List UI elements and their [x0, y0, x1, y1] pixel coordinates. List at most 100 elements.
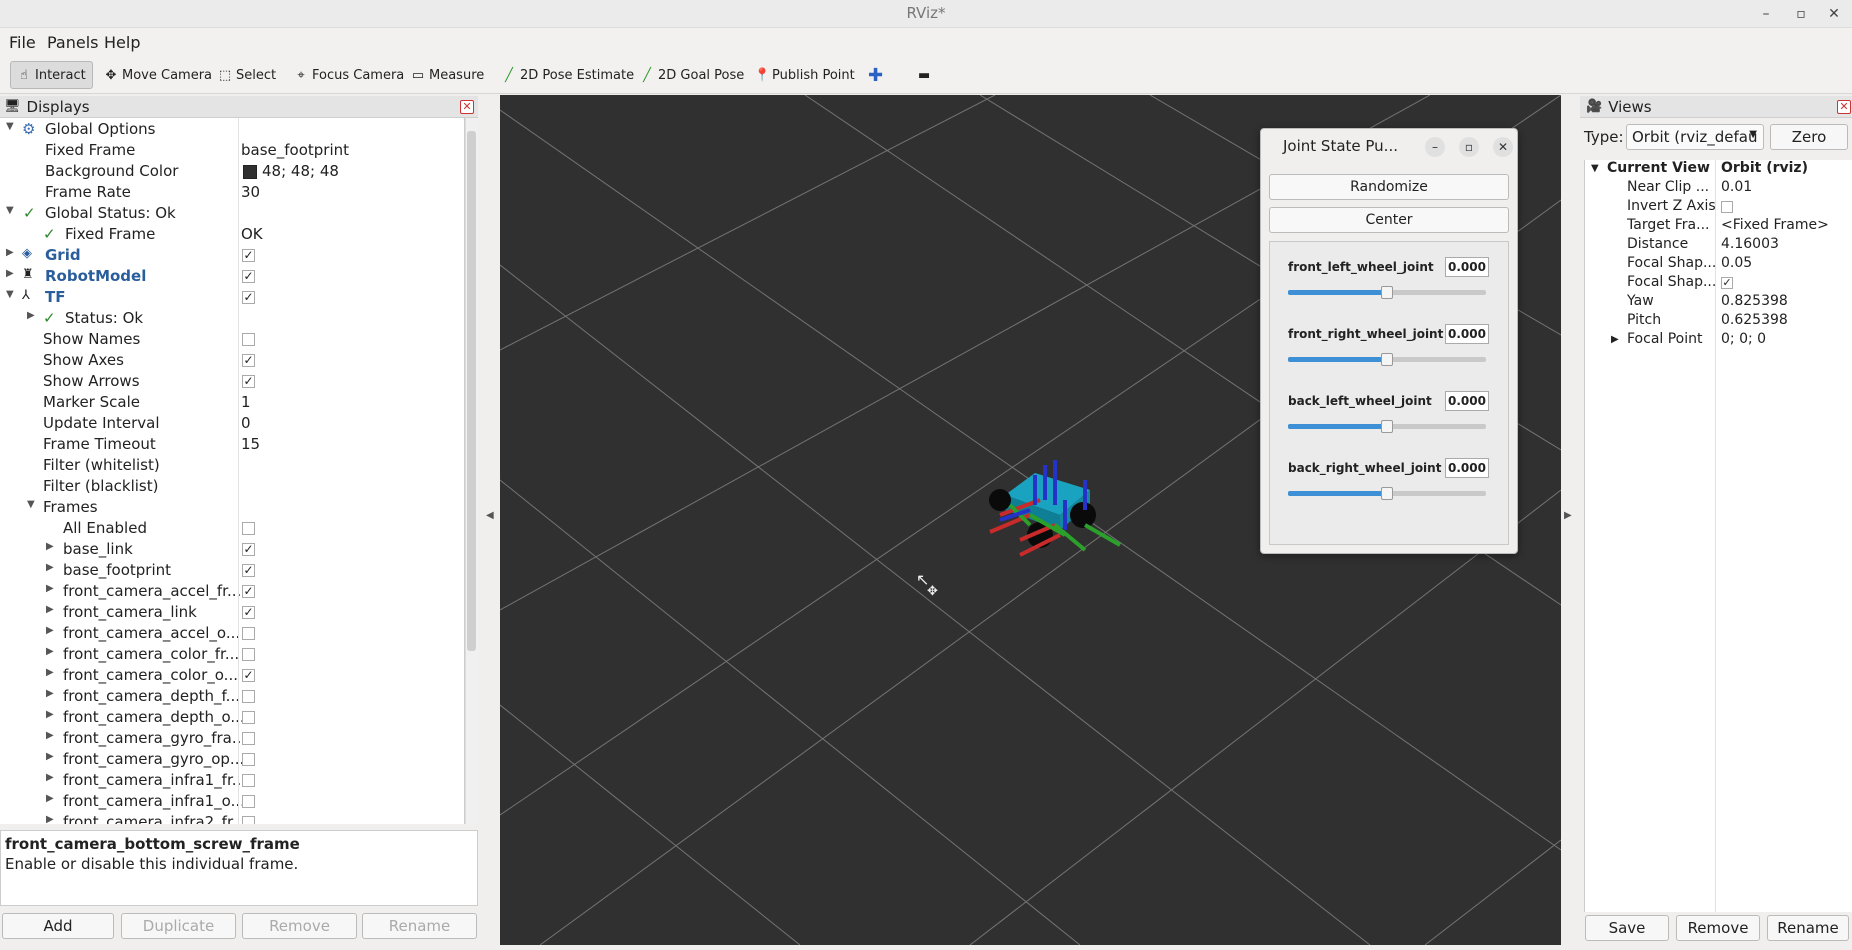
remove-tool-button[interactable]: ▬: [912, 61, 936, 89]
frame-checkbox[interactable]: [242, 690, 255, 703]
tree-row-frames[interactable]: ▼ Frames: [0, 497, 464, 518]
interact-tool-button[interactable]: ☝ Interact: [10, 61, 93, 89]
tree-row-frame-rate[interactable]: Frame Rate 30: [0, 182, 464, 203]
duplicate-display-button[interactable]: Duplicate: [121, 913, 236, 939]
joint-slider[interactable]: [1288, 353, 1486, 366]
tree-row-yaw[interactable]: Yaw 0.825398: [1585, 293, 1852, 312]
joint-state-publisher-window[interactable]: Joint State Pu... – ▫ ✕ Randomize Center…: [1260, 128, 1518, 554]
frame-checkbox[interactable]: ✓: [242, 585, 255, 598]
goal-pose-tool-button[interactable]: ╱ 2D Goal Pose: [634, 61, 750, 89]
row-value[interactable]: base_footprint: [241, 141, 349, 159]
focus-camera-tool-button[interactable]: ⌖ Focus Camera: [288, 61, 410, 89]
randomize-button[interactable]: Randomize: [1269, 174, 1509, 200]
tree-row-filter-whitelist[interactable]: Filter (whitelist): [0, 455, 464, 476]
joint-slider[interactable]: [1288, 487, 1486, 500]
add-display-button[interactable]: Add: [2, 913, 114, 939]
frame-checkbox[interactable]: [242, 648, 255, 661]
row-value[interactable]: 0.625398: [1721, 312, 1788, 328]
show-names-checkbox[interactable]: [242, 333, 255, 346]
row-value[interactable]: 0.05: [1721, 255, 1752, 271]
tree-row-distance[interactable]: Distance 4.16003: [1585, 236, 1852, 255]
pose-estimate-tool-button[interactable]: ╱ 2D Pose Estimate: [496, 61, 640, 89]
tree-row-invert-z[interactable]: Invert Z Axis: [1585, 198, 1852, 217]
zero-button[interactable]: Zero: [1770, 124, 1848, 150]
frame-checkbox[interactable]: [242, 753, 255, 766]
row-value[interactable]: <Fixed Frame>: [1721, 217, 1829, 233]
close-icon[interactable]: ✕: [1823, 3, 1845, 25]
joint-slider-handle[interactable]: [1381, 353, 1393, 366]
jsp-minimize-icon[interactable]: –: [1425, 137, 1445, 157]
view-type-select[interactable]: Orbit (rviz_defau ▼: [1626, 124, 1764, 150]
tree-row-frame[interactable]: ▶ front_camera_infra2_fr...: [0, 812, 464, 824]
joint-slider[interactable]: [1288, 420, 1486, 433]
joint-slider-handle[interactable]: [1381, 487, 1393, 500]
tree-row-tf-status[interactable]: ▶ ✓ Status: Ok: [0, 308, 464, 329]
frame-checkbox[interactable]: [242, 774, 255, 787]
joint-slider-handle[interactable]: [1381, 286, 1393, 299]
tree-row-pitch[interactable]: Pitch 0.625398: [1585, 312, 1852, 331]
menu-help[interactable]: Help: [104, 33, 140, 52]
select-tool-button[interactable]: ⬚ Select: [212, 61, 282, 89]
panel-close-icon[interactable]: ✕: [460, 100, 474, 114]
tree-row-frame[interactable]: ▶ front_camera_color_fr...: [0, 644, 464, 665]
row-value[interactable]: 4.16003: [1721, 236, 1779, 252]
row-value[interactable]: 0: [241, 414, 251, 432]
frame-checkbox[interactable]: [242, 816, 255, 824]
menu-panels[interactable]: Panels: [47, 33, 99, 52]
tree-row-all-enabled[interactable]: All Enabled: [0, 518, 464, 539]
joint-value-input[interactable]: 0.000: [1445, 257, 1489, 277]
row-value[interactable]: 15: [241, 435, 260, 453]
tree-row-frame[interactable]: ▶ front_camera_gyro_op...: [0, 749, 464, 770]
joint-value-input[interactable]: 0.000: [1445, 391, 1489, 411]
row-value[interactable]: 0.01: [1721, 179, 1752, 195]
robotmodel-checkbox[interactable]: ✓: [242, 270, 255, 283]
views-tree[interactable]: ▼ Current View Orbit (rviz) Near Clip ... 0…: [1584, 160, 1852, 912]
tree-row-frame[interactable]: ▶ front_camera_depth_o...: [0, 707, 464, 728]
minimize-icon[interactable]: –: [1755, 3, 1777, 25]
collapse-right-icon[interactable]: ▶: [1564, 510, 1572, 521]
tree-row-frame[interactable]: ▶ base_link ✓: [0, 539, 464, 560]
frame-checkbox[interactable]: [242, 711, 255, 724]
rename-view-button[interactable]: Rename: [1767, 915, 1849, 941]
tree-row-frame[interactable]: ▶ front_camera_accel_fr... ✓: [0, 581, 464, 602]
maximize-icon[interactable]: ▫: [1790, 3, 1812, 25]
center-button[interactable]: Center: [1269, 207, 1509, 233]
tree-row-global-options[interactable]: ▼ ⚙ Global Options: [0, 119, 464, 140]
grid-checkbox[interactable]: ✓: [242, 249, 255, 262]
displays-scrollbar-thumb[interactable]: [467, 131, 476, 651]
tree-row-frame[interactable]: ▶ front_camera_depth_f...: [0, 686, 464, 707]
save-view-button[interactable]: Save: [1585, 915, 1669, 941]
tree-row-global-status[interactable]: ▼ ✓ Global Status: Ok: [0, 203, 464, 224]
joint-value-input[interactable]: 0.000: [1445, 458, 1489, 478]
tree-row-update-interval[interactable]: Update Interval 0: [0, 413, 464, 434]
tree-row-focal-shape-size[interactable]: Focal Shap... 0.05: [1585, 255, 1852, 274]
tree-row-frame-timeout[interactable]: Frame Timeout 15: [0, 434, 464, 455]
show-arrows-checkbox[interactable]: ✓: [242, 375, 255, 388]
publish-point-tool-button[interactable]: 📍 Publish Point: [748, 61, 861, 89]
rename-display-button[interactable]: Rename: [362, 913, 477, 939]
remove-display-button[interactable]: Remove: [242, 913, 357, 939]
frame-checkbox[interactable]: ✓: [242, 564, 255, 577]
frame-checkbox[interactable]: [242, 795, 255, 808]
tree-row-frame[interactable]: ▶ front_camera_color_o... ✓: [0, 665, 464, 686]
row-value[interactable]: 0; 0; 0: [1721, 331, 1766, 347]
tree-row-target-frame[interactable]: Target Fra... <Fixed Frame>: [1585, 217, 1852, 236]
tree-row-frame[interactable]: ▶ base_footprint ✓: [0, 560, 464, 581]
tree-row-frame[interactable]: ▶ front_camera_link ✓: [0, 602, 464, 623]
tree-row-show-names[interactable]: Show Names: [0, 329, 464, 350]
joint-value-input[interactable]: 0.000: [1445, 324, 1489, 344]
tree-row-fixed-frame-status[interactable]: ✓ Fixed Frame OK: [0, 224, 464, 245]
row-value[interactable]: 1: [241, 393, 251, 411]
focal-shape-checkbox[interactable]: ✓: [1721, 277, 1733, 289]
row-value[interactable]: 48; 48; 48: [262, 162, 339, 180]
show-axes-checkbox[interactable]: ✓: [242, 354, 255, 367]
tree-row-fixed-frame[interactable]: Fixed Frame base_footprint: [0, 140, 464, 161]
invert-z-checkbox[interactable]: [1721, 201, 1733, 213]
tree-row-show-arrows[interactable]: Show Arrows ✓: [0, 371, 464, 392]
tree-row-background-color[interactable]: Background Color 48; 48; 48: [0, 161, 464, 182]
tree-row-frame[interactable]: ▶ front_camera_infra1_fr...: [0, 770, 464, 791]
tree-row-near-clip[interactable]: Near Clip ... 0.01: [1585, 179, 1852, 198]
remove-view-button[interactable]: Remove: [1676, 915, 1760, 941]
row-value[interactable]: 0.825398: [1721, 293, 1788, 309]
tree-row-tf[interactable]: ▼ ⅄ TF ✓: [0, 287, 464, 308]
